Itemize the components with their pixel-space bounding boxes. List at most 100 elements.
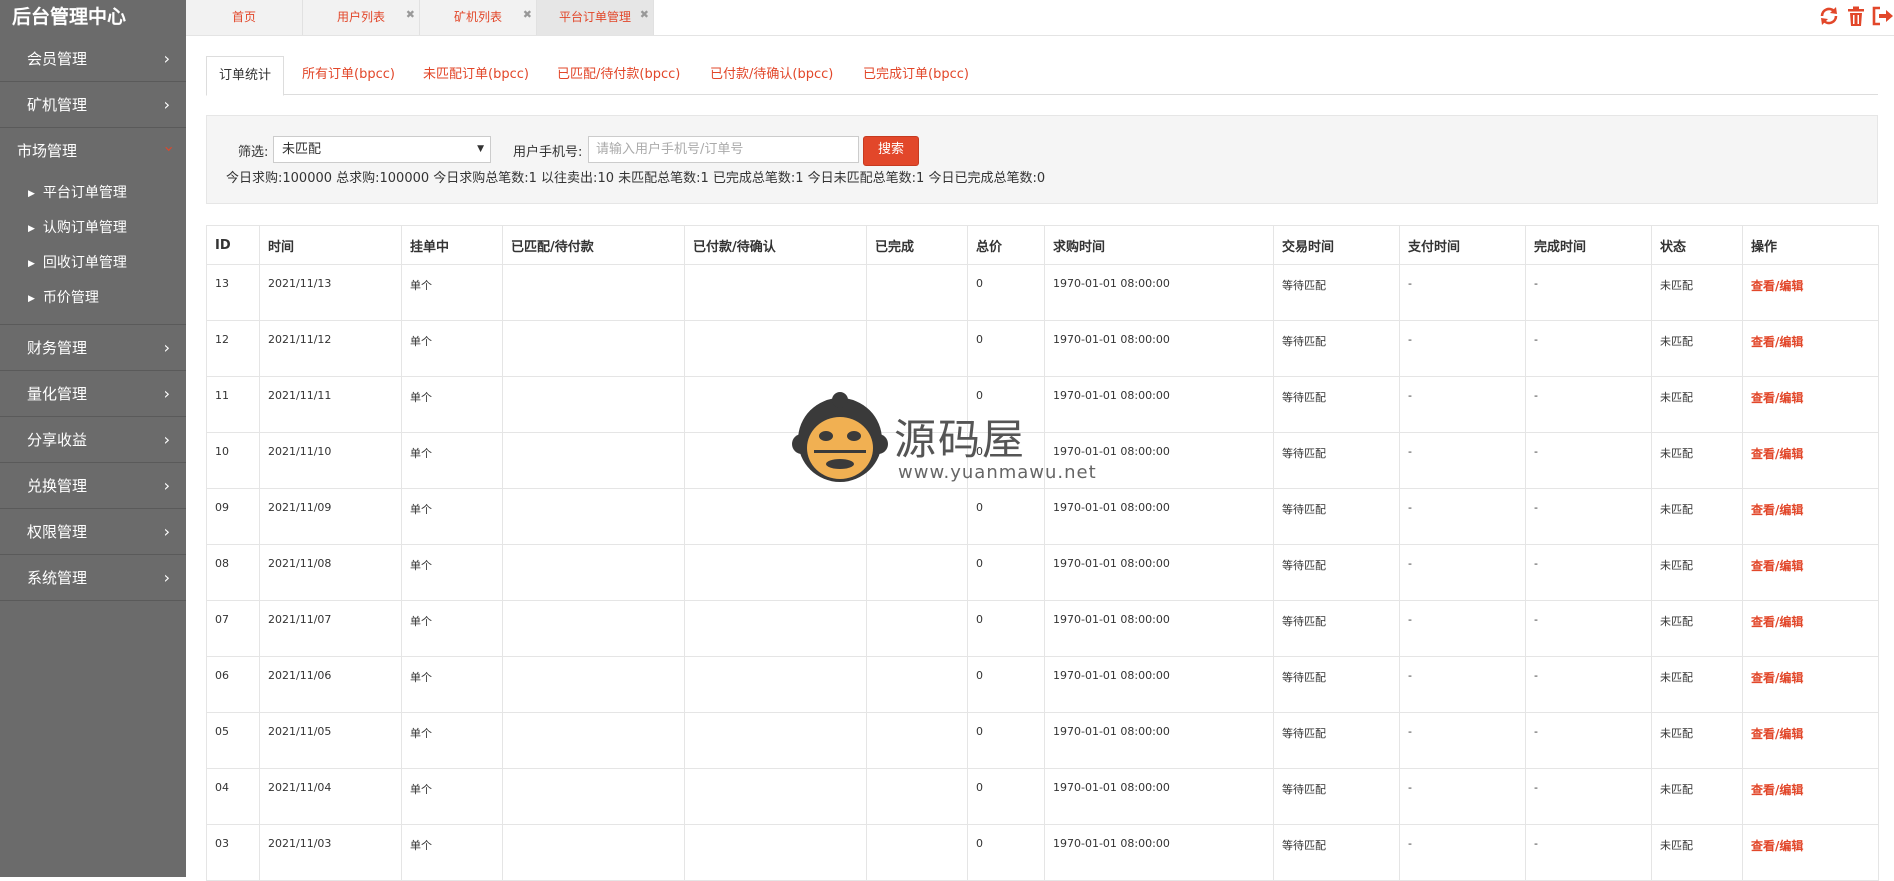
view-edit-link[interactable]: 查看/编辑	[1742, 656, 1879, 713]
cell-paid	[684, 376, 867, 433]
cell-matched	[502, 656, 685, 713]
view-edit-link[interactable]: 查看/编辑	[1742, 320, 1879, 377]
sidebar-item-market[interactable]: 市场管理 ›	[0, 128, 186, 173]
cell-time: 2021/11/10	[259, 432, 402, 489]
table-header-row: ID 时间 挂单中 已匹配/待付款 已付款/待确认 已完成 总价 求购时间 交易时间 支付时间 完成…	[206, 225, 1879, 265]
view-edit-link[interactable]: 查看/编辑	[1742, 824, 1879, 881]
market-submenu: ▶ 平台订单管理 ▶ 认购订单管理 ▶ 回收订单管理 ▶ 币价管理	[0, 173, 186, 325]
submenu-item-platform-orders[interactable]: ▶ 平台订单管理	[0, 176, 186, 211]
sidebar-item-exchange[interactable]: 兑换管理 ›	[0, 463, 186, 509]
chevron-right-icon: ›	[163, 338, 170, 357]
cell-pending: 单个	[401, 488, 503, 545]
submenu-item-recycle-orders[interactable]: ▶ 回收订单管理	[0, 246, 186, 281]
top-tab-user-list[interactable]: 用户列表 ✖	[303, 0, 420, 35]
table-row: 12 2021/11/12 单个 0 1970-01-01 08:00:00 等待匹配 - -…	[206, 320, 1879, 377]
cell-trade-time: 等待匹配	[1273, 824, 1400, 881]
sidebar-item-label: 系统管理	[27, 569, 88, 587]
trash-icon[interactable]	[1844, 4, 1868, 28]
tab-all-orders[interactable]: 所有订单(bpcc)	[302, 56, 395, 94]
cell-id: 13	[206, 264, 260, 321]
top-tab-platform-orders[interactable]: 平台订单管理 ✖	[537, 0, 654, 35]
cell-paid	[684, 768, 867, 825]
cell-done	[866, 600, 968, 657]
tab-completed-orders[interactable]: 已完成订单(bpcc)	[863, 56, 969, 94]
cell-buy-time: 1970-01-01 08:00:00	[1044, 712, 1274, 769]
chevron-right-icon: ›	[163, 522, 170, 541]
sidebar-item-member[interactable]: 会员管理 ›	[0, 36, 186, 82]
sidebar-item-permission[interactable]: 权限管理 ›	[0, 509, 186, 555]
table-body: 13 2021/11/13 单个 0 1970-01-01 08:00:00 等待匹配 - -…	[206, 264, 1879, 881]
cell-time: 2021/11/04	[259, 768, 402, 825]
cell-matched	[502, 488, 685, 545]
phone-search-input[interactable]	[588, 136, 859, 163]
brand-title: 后台管理中心	[12, 6, 127, 28]
close-icon[interactable]: ✖	[640, 0, 649, 32]
cell-matched	[502, 768, 685, 825]
sidebar-item-miner[interactable]: 矿机管理 ›	[0, 82, 186, 128]
cell-pending: 单个	[401, 264, 503, 321]
sidebar-item-label: 矿机管理	[27, 96, 88, 114]
cell-done	[866, 320, 968, 377]
cell-status: 未匹配	[1651, 376, 1743, 433]
cell-pending: 单个	[401, 824, 503, 881]
close-icon[interactable]: ✖	[406, 0, 415, 32]
sidebar-item-quant[interactable]: 量化管理 ›	[0, 371, 186, 417]
cell-pending: 单个	[401, 544, 503, 601]
view-edit-link[interactable]: 查看/编辑	[1742, 712, 1879, 769]
logout-icon[interactable]	[1870, 4, 1894, 28]
caret-right-icon: ▶	[28, 189, 35, 199]
cell-pay-time: -	[1399, 320, 1526, 377]
cell-trade-time: 等待匹配	[1273, 600, 1400, 657]
chevron-right-icon: ›	[163, 568, 170, 587]
sidebar-item-system[interactable]: 系统管理 ›	[0, 555, 186, 601]
view-edit-link[interactable]: 查看/编辑	[1742, 376, 1879, 433]
view-edit-link[interactable]: 查看/编辑	[1742, 544, 1879, 601]
submenu-item-label: 回收订单管理	[42, 255, 127, 271]
column-header: 总价	[967, 225, 1045, 265]
submenu-item-subscribe-orders[interactable]: ▶ 认购订单管理	[0, 211, 186, 246]
sidebar-item-share-income[interactable]: 分享收益 ›	[0, 417, 186, 463]
caret-right-icon: ▶	[28, 294, 35, 304]
tab-unmatched-orders[interactable]: 未匹配订单(bpcc)	[423, 56, 529, 94]
cell-paid	[684, 656, 867, 713]
tab-paid-confirming[interactable]: 已付款/待确认(bpcc)	[710, 56, 833, 94]
cell-finish-time: -	[1525, 432, 1652, 489]
cell-time: 2021/11/07	[259, 600, 402, 657]
submenu-item-label: 认购订单管理	[42, 220, 127, 236]
close-icon[interactable]: ✖	[523, 0, 532, 32]
tab-label: 订单统计	[219, 68, 272, 83]
tab-order-stats[interactable]: 订单统计	[206, 56, 285, 96]
cell-buy-time: 1970-01-01 08:00:00	[1044, 488, 1274, 545]
tab-matched-pending[interactable]: 已匹配/待付款(bpcc)	[557, 56, 680, 94]
refresh-icon[interactable]	[1817, 4, 1841, 28]
view-edit-link[interactable]: 查看/编辑	[1742, 488, 1879, 545]
cell-paid	[684, 544, 867, 601]
sidebar-item-finance[interactable]: 财务管理 ›	[0, 325, 186, 371]
view-edit-link[interactable]: 查看/编辑	[1742, 264, 1879, 321]
column-header: 挂单中	[401, 225, 503, 265]
top-tab-home[interactable]: 首页	[186, 0, 303, 35]
chevron-right-icon: ›	[163, 95, 170, 114]
cell-pending: 单个	[401, 432, 503, 489]
top-tab-miner-list[interactable]: 矿机列表 ✖	[420, 0, 537, 35]
top-tab-label: 矿机列表	[453, 10, 502, 24]
table-row: 03 2021/11/03 单个 0 1970-01-01 08:00:00 等待匹配 - -…	[206, 824, 1879, 881]
cell-time: 2021/11/03	[259, 824, 402, 881]
cell-buy-time: 1970-01-01 08:00:00	[1044, 656, 1274, 713]
status-select[interactable]: 未匹配 ▼	[273, 136, 491, 163]
cell-total: 0	[967, 712, 1045, 769]
tab-label: 已匹配/待付款(bpcc)	[557, 67, 681, 82]
cell-total: 0	[967, 488, 1045, 545]
view-edit-link[interactable]: 查看/编辑	[1742, 600, 1879, 657]
search-button[interactable]: 搜索	[863, 136, 919, 166]
cell-time: 2021/11/09	[259, 488, 402, 545]
submenu-item-coin-price[interactable]: ▶ 币价管理	[0, 281, 186, 316]
cell-status: 未匹配	[1651, 824, 1743, 881]
cell-id: 07	[206, 600, 260, 657]
view-edit-link[interactable]: 查看/编辑	[1742, 432, 1879, 489]
sidebar-item-label: 市场管理	[17, 142, 78, 160]
cell-total: 0	[967, 656, 1045, 713]
cell-status: 未匹配	[1651, 432, 1743, 489]
view-edit-link[interactable]: 查看/编辑	[1742, 768, 1879, 825]
sidebar: 后台管理中心 会员管理 › 矿机管理 › 市场管理 › ▶ 平台订单管理 ▶ 认购订…	[0, 0, 186, 877]
